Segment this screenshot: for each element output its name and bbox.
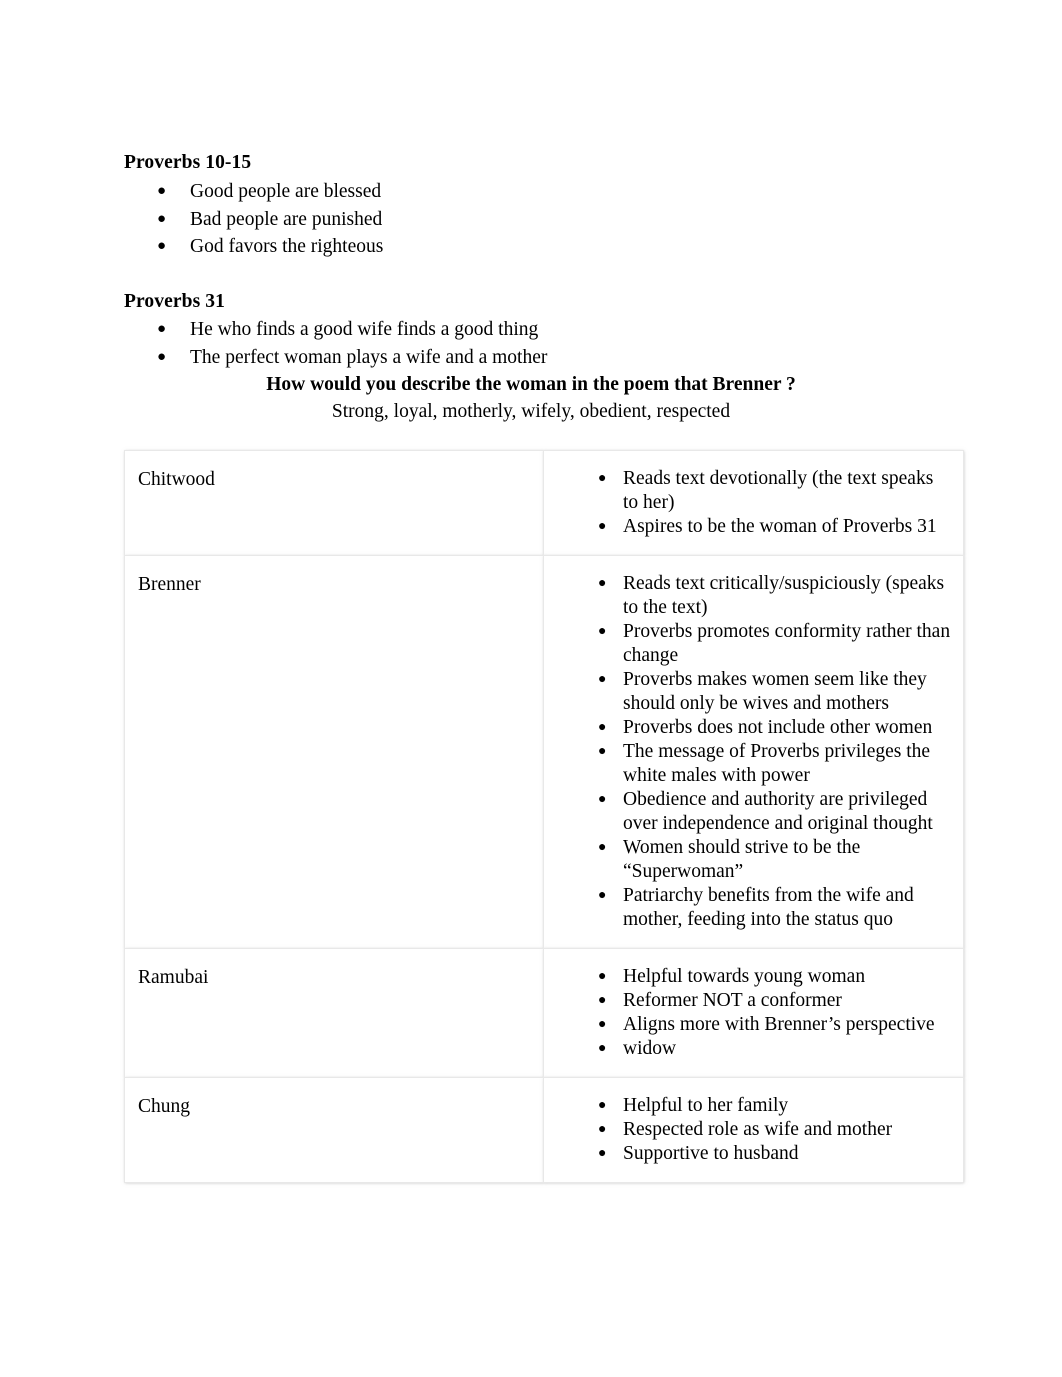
table-row: Brenner ● Reads text critically/suspicio… [124,555,964,949]
scholar-name-cell: Chung [124,1077,544,1183]
scholar-points-list: ● Reads text critically/suspiciously (sp… [544,572,955,932]
bullet-icon: ● [598,519,607,534]
list-item: ● widow [544,1037,955,1061]
bullet-icon: ● [157,348,167,365]
list-item: ● Bad people are punished [124,206,383,234]
list-item-label: God favors the righteous [190,236,384,257]
list-item: ● Good people are blessed [124,178,383,206]
bullet-icon: ● [598,624,607,639]
list-item: ● He who finds a good wife finds a good … [124,316,547,344]
scholar-name: Ramubai [138,967,209,988]
list-item-label: Helpful towards young woman [623,966,866,987]
discussion-answer: Strong, loyal, motherly, wifely, obedien… [331,401,731,422]
section-heading-proverbs-31: Proverbs 31 [124,291,225,312]
scholar-name-cell: Ramubai [124,948,544,1078]
list-item: ● Proverbs does not include other women [544,716,955,740]
bullet-icon: ● [157,238,167,254]
scholar-points-cell: ● Reads text critically/suspiciously (sp… [543,555,964,949]
list-item: ● Respected role as wife and mother [544,1118,955,1142]
list-item-label: Proverbs makes women seem like they shou… [623,669,927,714]
list-item-label: The perfect woman plays a wife and a mot… [190,346,548,368]
scholar-points-cell: ● Helpful towards young woman ● Reformer… [543,948,964,1078]
list-item-label: widow [623,1038,677,1059]
bullet-list-proverbs-31: ● He who finds a good wife finds a good … [124,316,547,371]
list-item-label: Aligns more with Brenner’s perspective [623,1014,935,1035]
scholar-points-list: ● Helpful towards young woman ● Reformer… [544,965,955,1061]
scholar-name: Brenner [138,574,201,595]
bullet-icon: ● [598,576,607,591]
bullet-icon: ● [157,210,167,227]
list-item-label: He who finds a good wife finds a good th… [190,319,539,340]
list-item: ● Patriarchy benefits from the wife and … [544,884,955,932]
scholar-points-list: ● Helpful to her family ● Respected role… [544,1094,955,1166]
list-item: ● Reformer NOT a conformer [544,989,955,1013]
list-item: ● God favors the righteous [124,233,383,261]
scholar-points-cell: ● Helpful to her family ● Respected role… [543,1077,964,1183]
bullet-icon: ● [598,744,607,759]
scholar-name: Chung [138,1096,191,1117]
bullet-icon: ● [598,1017,607,1032]
bullet-icon: ● [157,321,167,337]
list-item-label: Proverbs promotes conformity rather than… [623,621,951,666]
list-item: ● Reads text devotionally (the text spea… [544,467,955,515]
list-item: ● Obedience and authority are privileged… [544,788,955,836]
list-item: ● The perfect woman plays a wife and a m… [124,344,547,372]
scholars-comparison-table: Chitwood ● Reads text devotionally (the … [124,450,964,1183]
list-item: ● Reads text critically/suspiciously (sp… [544,572,955,620]
list-item: ● Proverbs promotes conformity rather th… [544,620,955,668]
list-item-label: Bad people are punished [190,208,383,230]
bullet-icon: ● [598,1098,607,1113]
scholar-points-cell: ● Reads text devotionally (the text spea… [543,450,964,556]
bullet-icon: ● [598,672,607,687]
scholar-name: Chitwood [138,469,215,490]
list-item-label: Proverbs does not include other women [623,717,933,738]
bullet-icon: ● [598,888,607,903]
list-item-label: Good people are blessed [190,181,382,202]
bullet-icon: ● [598,471,607,486]
table-row: Chitwood ● Reads text devotionally (the … [124,450,964,556]
list-item: ● Aligns more with Brenner’s perspective [544,1013,955,1037]
table-row: Chung ● Helpful to her family ● Respecte… [124,1077,964,1183]
scholar-points-list: ● Reads text devotionally (the text spea… [544,467,955,539]
list-item-label: Supportive to husband [623,1143,799,1164]
scholar-name-cell: Chitwood [124,450,544,556]
list-item: ● The message of Proverbs privileges the… [544,740,955,788]
list-item: ● Aspires to be the woman of Proverbs 31 [544,515,955,539]
table-row: Ramubai ● Helpful towards young woman ● … [124,948,964,1078]
bullet-icon: ● [598,720,607,735]
list-item-label: Reformer NOT a conformer [623,990,842,1011]
list-item-label: Women should strive to be the “Superwoma… [623,837,861,882]
bullet-icon: ● [598,969,607,984]
list-item: ● Helpful towards young woman [544,965,955,989]
list-item-label: Reads text critically/suspiciously (spea… [623,573,945,618]
list-item-label: Obedience and authority are privileged o… [623,789,933,834]
list-item-label: Helpful to her family [623,1095,789,1116]
list-item-label: Patriarchy benefits from the wife and mo… [623,885,914,930]
bullet-icon: ● [598,993,607,1008]
bullet-icon: ● [598,1041,607,1056]
bullet-icon: ● [598,792,607,807]
list-item: ● Women should strive to be the “Superwo… [544,836,955,884]
bullet-list-proverbs-10-15: ● Good people are blessed ● Bad people a… [124,178,383,261]
bullet-icon: ● [157,183,167,199]
document-page: Proverbs 10-15 ● Good people are blessed… [0,0,1062,1377]
list-item: ● Proverbs makes women seem like they sh… [544,668,955,716]
bullet-icon: ● [598,1122,607,1137]
list-item-label: Reads text devotionally (the text speaks… [623,468,934,513]
list-item-label: Respected role as wife and mother [623,1119,893,1140]
list-item-label: The message of Proverbs privileges the w… [623,741,931,786]
scholar-name-cell: Brenner [124,555,544,949]
list-item: ● Supportive to husband [544,1142,955,1166]
list-item-label: Aspires to be the woman of Proverbs 31 [623,516,937,537]
bullet-icon: ● [598,1146,607,1161]
bullet-icon: ● [598,840,607,855]
list-item: ● Helpful to her family [544,1094,955,1118]
section-heading-proverbs-10-15: Proverbs 10-15 [124,152,252,173]
discussion-question: How would you describe the woman in the … [266,374,796,395]
